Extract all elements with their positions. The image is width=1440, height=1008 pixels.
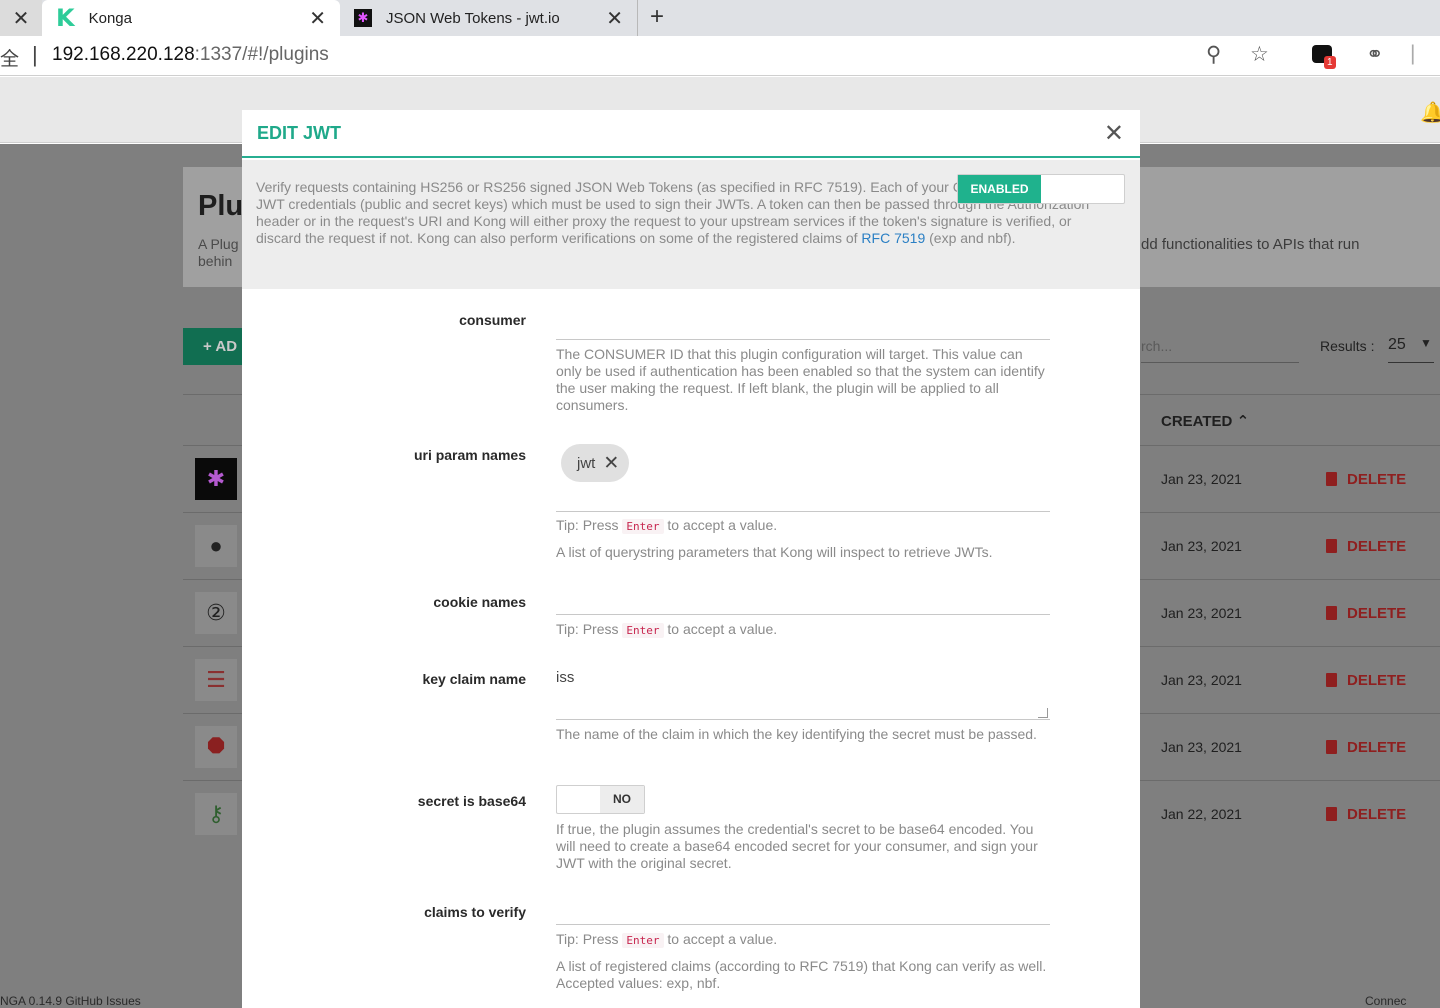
address-bar: 全 | 192.168.220.128:1337/#!/plugins ⚲ ☆ … xyxy=(0,36,1440,76)
url-field[interactable]: 192.168.220.128:1337/#!/plugins xyxy=(52,44,329,66)
created-column-header[interactable]: CREATED ⌃ xyxy=(1161,412,1249,430)
zoom-icon[interactable]: ⚲ xyxy=(1206,42,1221,67)
consumer-help: The CONSUMER ID that this plugin configu… xyxy=(556,346,1045,413)
enter-key: Enter xyxy=(622,933,664,948)
claims-to-verify-tip: Tip: Press Enter to accept a value. xyxy=(556,931,778,948)
secret-is-base64-toggle[interactable]: NO xyxy=(556,785,645,814)
caret-down-icon: ▼ xyxy=(1420,336,1432,350)
tab-title: Konga xyxy=(88,9,132,27)
delete-button[interactable]: DELETE xyxy=(1326,806,1406,823)
stop-plugin-icon: ⯃ xyxy=(195,726,237,768)
bell-icon[interactable]: 🔔 xyxy=(1420,100,1440,125)
extension-badge: 1 xyxy=(1324,56,1336,69)
cookie-names-label: cookie names xyxy=(433,594,526,610)
tab-title: JSON Web Tokens - jwt.io xyxy=(386,9,560,27)
toolbar-separator: | xyxy=(1410,42,1416,65)
page-title: Plu xyxy=(198,190,244,222)
edit-jwt-modal: EDIT JWT ✕ Verify requests containing HS… xyxy=(242,110,1140,1008)
row-created-date: Jan 23, 2021 xyxy=(1161,605,1242,621)
uri-param-tip: Tip: Press Enter to accept a value. xyxy=(556,517,778,534)
key-claim-name-textarea[interactable] xyxy=(556,662,1050,720)
key-claim-name-value: iss xyxy=(556,669,575,686)
secret-is-base64-help: If true, the plugin assumes the credenti… xyxy=(556,821,1038,871)
cookie-names-tip: Tip: Press Enter to accept a value. xyxy=(556,621,778,638)
enabled-label: ENABLED xyxy=(958,175,1041,203)
footer-links[interactable]: NGA 0.14.9 GitHub Issues xyxy=(0,994,141,1008)
enter-key: Enter xyxy=(622,519,664,534)
konga-logo-icon: K xyxy=(56,4,75,32)
search-input[interactable]: rch... xyxy=(1141,338,1299,363)
uri-param-names-label: uri param names xyxy=(413,447,526,463)
delete-button[interactable]: DELETE xyxy=(1326,739,1406,756)
rfc-link[interactable]: RFC 7519 xyxy=(861,230,925,246)
key-claim-name-help: The name of the claim in which the key i… xyxy=(556,726,1037,742)
tab-konga[interactable]: K Konga ✕ xyxy=(42,0,340,36)
enabled-toggle[interactable]: ENABLED xyxy=(957,174,1125,204)
results-label: Results : xyxy=(1320,338,1375,354)
claims-to-verify-label: claims to verify xyxy=(424,904,526,920)
uri-param-names-input[interactable] xyxy=(556,490,1050,512)
enter-key: Enter xyxy=(622,623,664,638)
toggle-state-label: NO xyxy=(600,786,644,813)
modal-header: EDIT JWT ✕ xyxy=(242,110,1140,158)
site-info-icon[interactable]: 全 xyxy=(0,44,19,71)
new-tab-button[interactable]: + xyxy=(650,0,664,36)
browser-tab-bar: ✕ K Konga ✕ ✱ JSON Web Tokens - jwt.io ✕… xyxy=(0,0,1440,36)
delete-button[interactable]: DELETE xyxy=(1326,538,1406,555)
chevron-up-icon: ⌃ xyxy=(1236,413,1250,430)
row-created-date: Jan 22, 2021 xyxy=(1161,806,1242,822)
page-description: A Plug behin xyxy=(198,236,239,269)
delete-button[interactable]: DELETE xyxy=(1326,471,1406,488)
connection-status: Connec xyxy=(1365,994,1407,1008)
claims-to-verify-input[interactable] xyxy=(556,898,1050,925)
secret-is-base64-label: secret is base64 xyxy=(417,793,526,809)
server-plugin-icon: ☰ xyxy=(195,659,237,701)
resize-handle-icon[interactable] xyxy=(1038,708,1048,718)
page-description-tail: dd functionalities to APIs that run xyxy=(1141,236,1360,253)
previous-tab[interactable]: ✕ xyxy=(0,0,42,36)
row-created-date: Jan 23, 2021 xyxy=(1161,471,1242,487)
remove-chip-icon[interactable]: ✕ xyxy=(603,452,619,475)
close-icon[interactable]: ✕ xyxy=(13,6,30,31)
address-separator: | xyxy=(32,42,38,67)
tab-jwt-io[interactable]: ✱ JSON Web Tokens - jwt.io ✕ xyxy=(342,0,638,36)
delete-button[interactable]: DELETE xyxy=(1326,672,1406,689)
delete-button[interactable]: DELETE xyxy=(1326,605,1406,622)
chip-label: jwt xyxy=(577,454,596,472)
uri-param-chip: jwt ✕ xyxy=(561,444,630,482)
oauth2-plugin-icon: ② xyxy=(195,592,237,634)
collections-icon[interactable]: ⚭ xyxy=(1366,42,1384,67)
row-created-date: Jan 23, 2021 xyxy=(1161,538,1242,554)
close-icon[interactable]: ✕ xyxy=(606,6,623,31)
close-icon[interactable]: ✕ xyxy=(309,6,326,31)
favorites-add-icon[interactable]: ☆ xyxy=(1250,42,1269,67)
consumer-input[interactable] xyxy=(556,309,1050,340)
consumer-label: consumer xyxy=(459,312,526,328)
key-claim-name-label: key claim name xyxy=(422,671,526,687)
modal-title: EDIT JWT xyxy=(257,123,341,143)
row-created-date: Jan 23, 2021 xyxy=(1161,672,1242,688)
uri-param-names-help: A list of querystring parameters that Ko… xyxy=(556,544,993,560)
dots-plugin-icon: ● xyxy=(195,525,237,567)
claims-to-verify-help: A list of registered claims (according t… xyxy=(556,958,1047,991)
row-created-date: Jan 23, 2021 xyxy=(1161,739,1242,755)
jwt-icon: ✱ xyxy=(354,9,372,27)
key-plugin-icon: ⚷ xyxy=(195,793,237,835)
cookie-names-input[interactable] xyxy=(556,588,1050,615)
close-icon[interactable]: ✕ xyxy=(1104,119,1124,148)
jwt-plugin-icon: ✱ xyxy=(195,458,237,500)
